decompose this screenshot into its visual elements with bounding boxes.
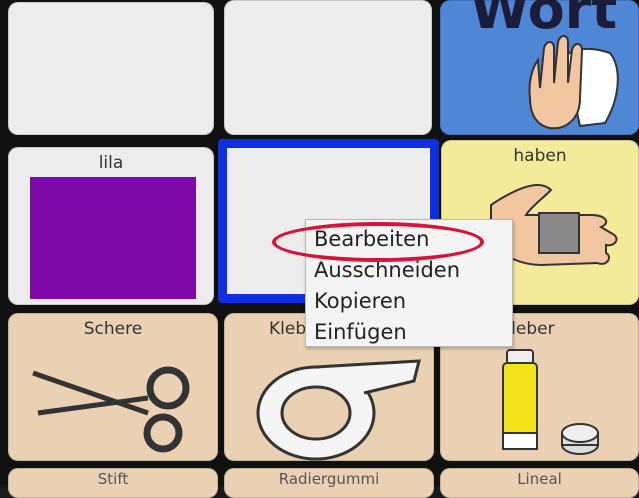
- lineal-label: Lineal: [517, 470, 562, 488]
- menu-item-einfuegen[interactable]: Einfügen: [306, 317, 512, 348]
- grid-cell-lila[interactable]: lila: [8, 147, 214, 305]
- glue-stick-icon: [502, 349, 599, 455]
- grid-cell-empty-1[interactable]: [8, 2, 214, 135]
- grid-cell-schere[interactable]: Schere: [8, 313, 218, 461]
- menu-item-ausschneiden[interactable]: Ausschneiden: [306, 255, 512, 286]
- purple-swatch: [30, 177, 196, 299]
- stift-label: Stift: [97, 470, 129, 488]
- menu-item-bearbeiten[interactable]: Bearbeiten: [306, 224, 512, 255]
- klebeband-label: Kleb: [269, 319, 307, 339]
- haben-label: haben: [513, 146, 567, 166]
- schere-label: Schere: [83, 319, 143, 339]
- grid-cell-stift[interactable]: Stift: [8, 468, 218, 498]
- radiergummi-label: Radiergummi: [278, 470, 380, 488]
- eraser-hand-icon: [528, 35, 619, 130]
- menu-item-kopieren[interactable]: Kopieren: [306, 286, 512, 317]
- app-screen: Wort lila haben Schere Kleb Kleber Stift…: [0, 0, 639, 498]
- grid-cell-radiergummi[interactable]: Radiergummi: [224, 468, 434, 498]
- grid-cell-lineal[interactable]: Lineal: [440, 468, 639, 498]
- tape-roll-icon: [256, 359, 421, 461]
- context-menu: Bearbeiten Ausschneiden Kopieren Einfüge…: [305, 219, 513, 347]
- grid-cell-wort[interactable]: Wort: [440, 0, 639, 135]
- scissors-icon: [32, 366, 190, 453]
- lila-label: lila: [98, 153, 124, 173]
- grid-cell-empty-2[interactable]: [224, 0, 432, 135]
